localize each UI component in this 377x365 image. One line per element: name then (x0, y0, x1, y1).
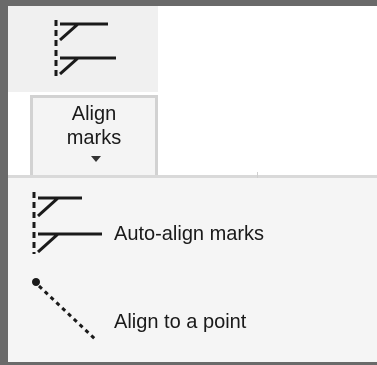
group-separator (257, 172, 258, 178)
align-to-point-icon (32, 278, 98, 342)
align-marks-icon (54, 20, 116, 78)
align-marks-split-button[interactable]: Align marks (8, 6, 158, 178)
ribbon-divider (8, 175, 377, 178)
align-marks-dropdown[interactable]: Align marks (30, 95, 158, 178)
menu-item-label: Auto-align marks (114, 223, 265, 245)
ribbon-panel: Align marks (8, 6, 377, 178)
dropdown-arrow-icon (91, 156, 101, 162)
align-marks-label: Align marks (66, 103, 122, 149)
align-marks-button[interactable] (8, 6, 158, 92)
auto-align-marks-icon (32, 192, 102, 254)
align-marks-menu: Auto-align marks Align to a point (8, 180, 377, 362)
menu-item-align-to-point[interactable]: Align to a point (8, 270, 377, 354)
menu-item-label: Align to a point (114, 311, 247, 333)
menu-item-auto-align-marks[interactable]: Auto-align marks (8, 184, 377, 268)
